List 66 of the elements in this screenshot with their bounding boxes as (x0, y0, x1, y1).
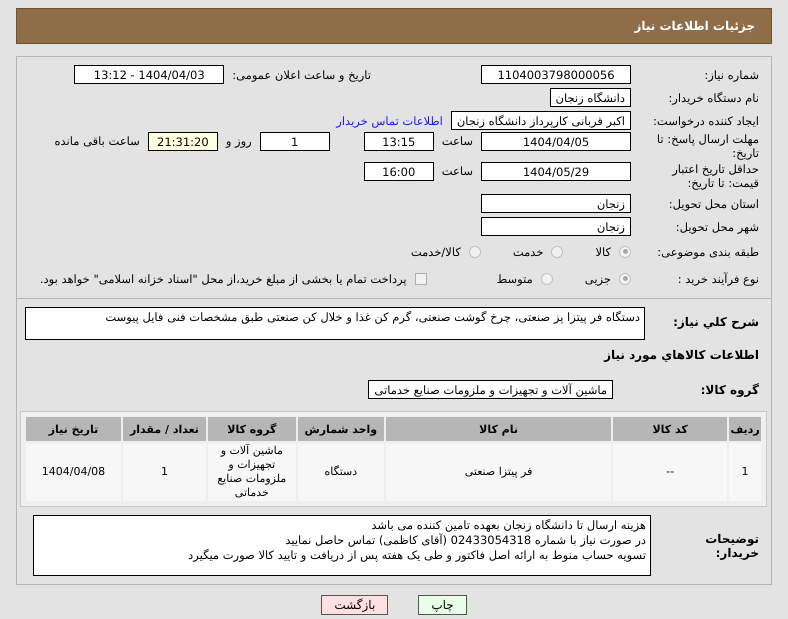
table-cell: -- (613, 443, 728, 501)
table-cell: ماشین آلات و تجهیزات و ملزومات صنایع خدماتی (208, 443, 296, 501)
buyer-notes-field[interactable] (33, 515, 651, 576)
print-button[interactable]: چاپ (418, 595, 467, 615)
checkbox[interactable] (414, 272, 427, 284)
column-header: کد کالا (613, 417, 728, 441)
field-label: روز و (226, 133, 252, 150)
days-field[interactable]: 1 (260, 132, 330, 151)
field-label: گروه کالا: (700, 382, 760, 396)
deadline-date-field[interactable]: 1404/04/05 (481, 132, 631, 151)
description-field[interactable]: دستگاه فر پیتزا پز صنعتی، چرخ گوشت صنعتی، گرم کن غذا و خلال کن صنعتی طبق مشخصات فنی فایل پیوست (25, 307, 645, 340)
radio-label: جزیی (584, 272, 611, 286)
column-header: ردیف (729, 417, 761, 441)
note-line: هزینه ارسال تا دانشگاه زنجان بعهده تامین کننده می باشد (370, 518, 646, 533)
field-label: تاریخ و ساعت اعلان عمومی: (232, 68, 371, 82)
need-number-field[interactable]: 1104003798000056 (481, 65, 631, 84)
page-title: جزئیات اطلاعات نیاز (634, 19, 755, 33)
field-label: ساعت (442, 163, 473, 180)
field-label: شرح کلي نياز: (672, 314, 760, 329)
note-line: تسویه حساب منوط به ارائه اصل فاکتور و طی یک هفته پس از دریافت و تایید کالا صورت میگیرد (187, 548, 646, 563)
column-header: نام کالا (386, 417, 612, 441)
section-heading: اطلاعات كالاهاي مورد نياز (602, 347, 760, 362)
radio-button[interactable] (468, 246, 481, 258)
field-label: طبقه بندی موضوعی: (656, 244, 760, 258)
column-header: تاریخ نیاز (26, 417, 121, 441)
city-field[interactable]: زنجان (481, 217, 631, 236)
payment-note: پرداخت تمام یا بخشی از مبلغ خرید،از محل "اسناد خزانه اسلامی" خواهد بود. (40, 272, 407, 286)
announce-date-field[interactable]: 1404/04/03 - 13:12 (74, 65, 224, 84)
table-cell: 1 (122, 443, 206, 501)
field-label: شماره نیاز: (703, 68, 760, 82)
table-cell: 1 (729, 443, 761, 501)
column-header: تعداد / مقدار (122, 417, 206, 441)
radio-label: کالا/خدمت (410, 244, 461, 258)
radio-button[interactable] (551, 246, 564, 258)
field-label: نام دستگاه خریدار: (667, 90, 760, 104)
radio-button[interactable] (619, 272, 631, 284)
radio-label: خدمت (512, 244, 544, 258)
field-label: استان محل تحویل: (668, 196, 760, 210)
buyer-contact-link[interactable]: اطلاعات تماس خریدار (336, 114, 443, 128)
goods-group-field[interactable]: ماشین آلات و تجهیزات و ملزومات صنایع خدماتی (368, 380, 613, 399)
field-label: ساعت باقی مانده (54, 133, 140, 150)
table-cell: 1404/04/08 (26, 443, 121, 501)
validity-time-field[interactable]: 16:00 (364, 162, 434, 181)
field-label: توضیحات خریدار: (704, 532, 760, 560)
note-line: در صورت نیاز با شماره 02433054318 (آقای کاظمی) تماس حاصل نمایید (284, 533, 646, 548)
field-label: نوع فرآیند خرید : (676, 272, 760, 286)
remaining-time-field[interactable]: 21:31:20 (148, 132, 218, 151)
table-cell: فر پیتزا صنعتی (386, 443, 612, 501)
back-button[interactable]: بازگشت (321, 595, 388, 615)
field-label: مهلت ارسال پاسخ: تا تاریخ: (656, 132, 760, 160)
field-label: ساعت (442, 133, 473, 150)
field-label: ایجاد کننده درخواست: (652, 114, 760, 128)
deadline-time-field[interactable]: 13:15 (364, 132, 434, 151)
radio-button[interactable] (540, 272, 553, 284)
radio-label: کالا (595, 244, 611, 258)
field-label: حداقل تاریخ اعتبار قیمت: تا تاریخ: (670, 162, 760, 190)
requester-field[interactable]: اکبر قربانی کارپرداز دانشگاه زنجان (450, 111, 631, 130)
province-field[interactable]: زنجان (481, 194, 631, 213)
field-label: شهر محل تحویل: (674, 220, 760, 234)
column-header: گروه کالا (208, 417, 296, 441)
radio-button[interactable] (619, 246, 631, 258)
validity-date-field[interactable]: 1404/05/29 (481, 162, 631, 181)
buyer-org-field[interactable]: دانشگاه زنجان (550, 88, 631, 107)
column-header: واحد شمارش (298, 417, 384, 441)
table-cell: دستگاه (298, 443, 384, 501)
radio-label: متوسط (496, 272, 533, 286)
